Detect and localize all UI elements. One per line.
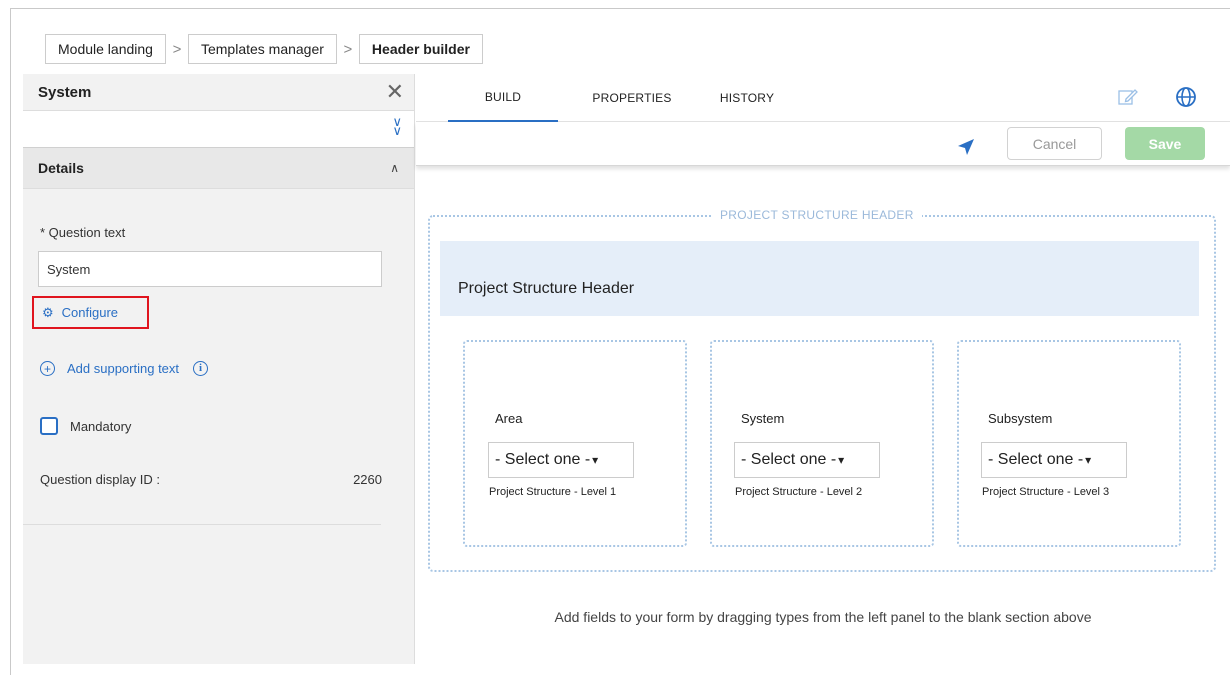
field-area-label: Area	[495, 411, 523, 426]
collapse-row: ∨ ∨	[23, 111, 414, 147]
divider	[23, 524, 381, 525]
mandatory-checkbox[interactable]	[40, 417, 58, 435]
question-display-id-row: Question display ID : 2260	[40, 472, 382, 487]
configure-label: Configure	[61, 305, 119, 320]
tab-build[interactable]: BUILD	[448, 74, 558, 122]
field-system-caption: Project Structure - Level 2	[735, 486, 863, 498]
action-bar	[416, 122, 1230, 166]
drag-hint-text: Add fields to your form by dragging type…	[554, 609, 1092, 625]
field-system-select[interactable]: - Select one - ▾	[734, 442, 880, 478]
mandatory-option[interactable]: Mandatory	[40, 417, 131, 435]
chevron-up-icon[interactable]: ∧	[390, 161, 399, 175]
field-subsystem-label: Subsystem	[988, 411, 1053, 426]
details-section-header[interactable]: Details ∧	[23, 147, 414, 189]
breadcrumb-module-landing[interactable]: Module landing	[45, 34, 166, 64]
add-supporting-text-label: Add supporting text	[67, 361, 180, 376]
breadcrumb-templates-manager[interactable]: Templates manager	[187, 34, 337, 64]
left-panel-header: System ✕	[23, 74, 414, 111]
left-panel: System ✕ ∨∨ Details ∧ * Question text ⚙ …	[23, 74, 415, 664]
tab-history[interactable]: HISTORY	[704, 74, 790, 122]
configure-button[interactable]: ⚙ Configure	[32, 296, 149, 329]
breadcrumb: Module landing > Templates manager > Hea…	[45, 34, 483, 64]
display-id-value: 2260	[353, 472, 382, 487]
tab-bar: BUILD PROPERTIES HISTORY	[416, 74, 1230, 122]
edit-icon[interactable]	[1118, 88, 1138, 106]
dropdown-arrow-icon: ▾	[838, 453, 845, 467]
globe-icon[interactable]	[1175, 86, 1197, 108]
section-title: Project Structure Header	[458, 280, 635, 297]
field-area-select-value: - Select one -	[495, 451, 591, 468]
navigation-arrow-icon[interactable]	[957, 138, 975, 156]
breadcrumb-separator-icon: >	[343, 40, 353, 58]
close-icon[interactable]: ✕	[386, 81, 404, 103]
breadcrumb-separator-icon: >	[172, 40, 182, 58]
display-id-label: Question display ID :	[40, 472, 160, 487]
field-subsystem-select-value: - Select one -	[988, 451, 1084, 468]
section-title-band	[440, 241, 1199, 316]
gear-icon: ⚙	[42, 304, 54, 320]
plus-circle-icon: +	[40, 361, 55, 376]
question-text-input[interactable]	[38, 251, 382, 287]
question-text-label: * Question text	[40, 225, 126, 240]
cancel-button[interactable]: Cancel	[1007, 127, 1102, 160]
panel-title: System	[38, 83, 92, 101]
dropdown-arrow-icon: ▾	[1085, 453, 1092, 467]
double-chevron-down-icon[interactable]: ∨ ∨	[392, 115, 402, 137]
dropdown-arrow-icon: ▾	[592, 453, 599, 467]
field-system-select-value: - Select one -	[741, 451, 837, 468]
field-subsystem-select[interactable]: - Select one - ▾	[981, 442, 1127, 478]
tab-properties[interactable]: PROPERTIES	[574, 74, 690, 122]
mandatory-label: Mandatory	[70, 418, 132, 434]
breadcrumb-header-builder: Header builder	[358, 34, 483, 64]
info-icon[interactable]: i	[193, 361, 209, 376]
field-area-select[interactable]: - Select one - ▾	[488, 442, 634, 478]
details-title: Details	[38, 160, 84, 176]
save-button[interactable]: Save	[1125, 127, 1205, 160]
section-legend: PROJECT STRUCTURE HEADER	[712, 208, 922, 222]
field-area-caption: Project Structure - Level 1	[489, 486, 617, 498]
field-subsystem-caption: Project Structure - Level 3	[982, 486, 1110, 498]
field-system-label: System	[741, 411, 785, 426]
add-supporting-text-link[interactable]: + Add supporting text i	[40, 361, 220, 376]
